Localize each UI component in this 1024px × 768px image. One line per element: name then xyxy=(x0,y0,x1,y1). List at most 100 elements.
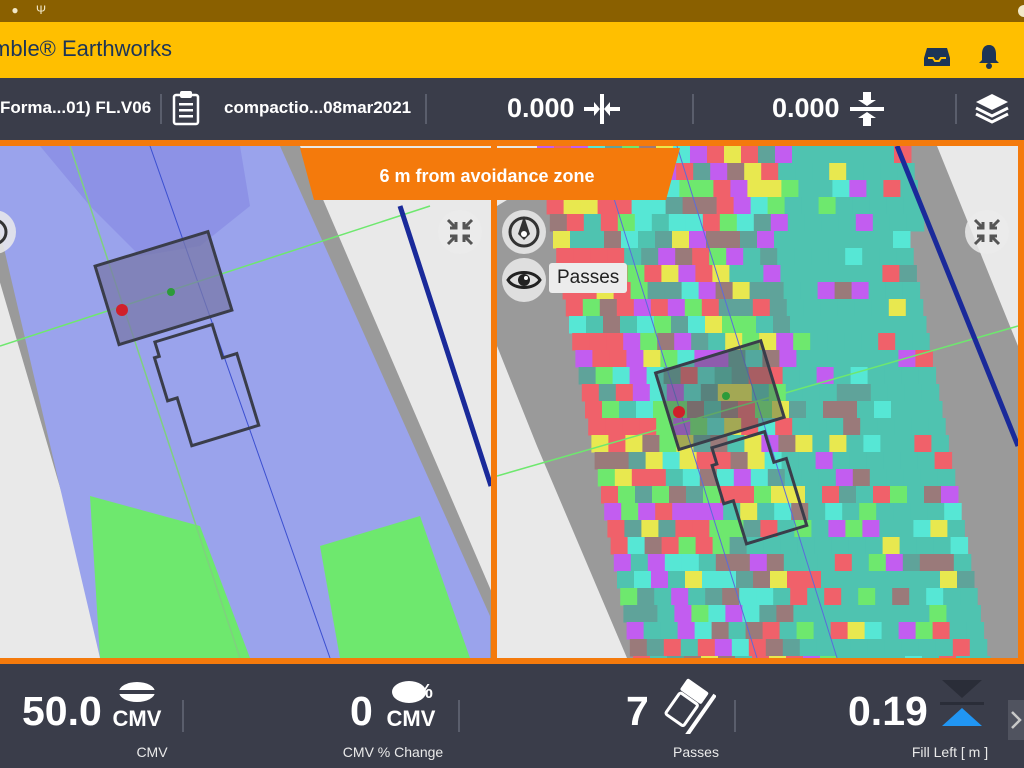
pass-cell xyxy=(915,622,934,640)
pass-cell xyxy=(603,316,621,334)
pass-cell xyxy=(672,231,690,249)
pass-cell xyxy=(859,231,877,249)
status-bar: ● Ψ xyxy=(0,0,1024,22)
pass-cell xyxy=(853,384,872,402)
pass-cell xyxy=(909,588,927,606)
collapse-map-button[interactable] xyxy=(965,210,1009,254)
pass-cell xyxy=(896,520,914,538)
clipboard-icon[interactable] xyxy=(172,90,200,126)
pass-cell xyxy=(866,452,885,470)
pass-cell xyxy=(621,231,639,249)
pass-cell xyxy=(914,435,932,453)
pass-cell xyxy=(906,214,925,232)
pass-cell xyxy=(644,265,662,283)
pass-cell xyxy=(696,180,714,198)
collapse-map-button[interactable] xyxy=(438,210,482,254)
pass-cell xyxy=(878,333,896,351)
design-map-left xyxy=(0,146,491,658)
pass-cell xyxy=(868,282,887,300)
pass-cell xyxy=(899,265,917,283)
pass-cell xyxy=(586,316,604,334)
pass-cell xyxy=(775,146,793,164)
pass-cell xyxy=(778,163,796,181)
compass-button-left[interactable] xyxy=(0,210,16,254)
pass-cell xyxy=(600,214,619,232)
inbox-button[interactable] xyxy=(922,44,952,68)
layers-icon[interactable] xyxy=(974,92,1010,126)
project-name[interactable]: compactio...08mar2021 xyxy=(224,98,411,118)
cmv-change-value[interactable]: 0 xyxy=(350,688,373,735)
pass-cell xyxy=(872,571,890,589)
pass-cell xyxy=(622,418,640,436)
pass-cell xyxy=(957,571,975,589)
pass-cell xyxy=(829,435,847,453)
passes-caption: Passes xyxy=(673,744,719,760)
pass-cell xyxy=(736,571,754,589)
pass-cell xyxy=(873,486,891,504)
notifications-button[interactable] xyxy=(976,42,1002,70)
pass-cell xyxy=(790,316,808,334)
svg-text:%: % xyxy=(415,681,433,703)
vertical-offset-icon[interactable] xyxy=(848,90,886,128)
pass-cell xyxy=(648,469,667,487)
pass-cell xyxy=(588,418,606,436)
pass-cell xyxy=(821,214,840,232)
layer-visibility-button[interactable] xyxy=(502,258,546,302)
pass-cell xyxy=(615,384,634,402)
pass-cell xyxy=(932,622,951,640)
fill-left-caption: Fill Left [ m ] xyxy=(911,744,989,760)
pass-cell xyxy=(739,588,757,606)
pass-cell xyxy=(864,622,883,640)
pass-cell xyxy=(817,554,836,572)
pass-cell xyxy=(686,486,704,504)
pass-cell xyxy=(718,656,736,658)
pass-cell xyxy=(725,605,743,623)
pass-cell xyxy=(626,622,645,640)
pass-cell xyxy=(805,486,823,504)
map-area xyxy=(0,140,1024,664)
compass-button[interactable] xyxy=(502,210,546,254)
cmv-value[interactable]: 50.0 xyxy=(22,688,102,735)
horizontal-offset-value[interactable]: 0.000 xyxy=(507,93,575,124)
pass-cell xyxy=(939,656,957,658)
pass-cell xyxy=(884,639,903,657)
pass-cell xyxy=(807,316,825,334)
pass-cell xyxy=(628,452,647,470)
vertical-offset-value[interactable]: 0.000 xyxy=(772,93,840,124)
pass-cell xyxy=(870,384,889,402)
pass-cell xyxy=(880,163,898,181)
pass-cell xyxy=(941,486,959,504)
pass-cell xyxy=(901,639,920,657)
pass-cell xyxy=(661,265,679,283)
fill-left-value[interactable]: 0.19 xyxy=(848,688,928,735)
pass-cell xyxy=(936,554,955,572)
pass-cell xyxy=(963,605,981,623)
pass-cell xyxy=(899,537,918,555)
pass-cell xyxy=(641,520,659,538)
pass-cell xyxy=(808,231,826,249)
passes-value[interactable]: 7 xyxy=(626,688,649,735)
pass-cell xyxy=(733,469,752,487)
pass-cell xyxy=(927,503,945,521)
pass-cell xyxy=(650,656,668,658)
pass-cell xyxy=(848,265,866,283)
pass-cell xyxy=(747,452,766,470)
pass-cell xyxy=(754,486,772,504)
pass-cell xyxy=(825,231,843,249)
pass-cell xyxy=(782,639,801,657)
pass-cell xyxy=(761,163,779,181)
pass-cell xyxy=(695,265,713,283)
design-name[interactable]: Forma...01) FL.V06 xyxy=(0,98,151,118)
pass-cell xyxy=(892,316,910,334)
pass-cell xyxy=(876,503,894,521)
pass-cell xyxy=(572,333,590,351)
pass-cell xyxy=(691,333,709,351)
horizontal-offset-icon[interactable] xyxy=(582,92,622,126)
pass-cell xyxy=(879,520,897,538)
map-view-right[interactable] xyxy=(497,146,1018,658)
next-page-button[interactable] xyxy=(1008,700,1024,740)
map-view-left[interactable] xyxy=(0,146,491,658)
pass-cell xyxy=(668,214,687,232)
pass-cell xyxy=(769,299,788,317)
pass-cell xyxy=(675,248,693,266)
